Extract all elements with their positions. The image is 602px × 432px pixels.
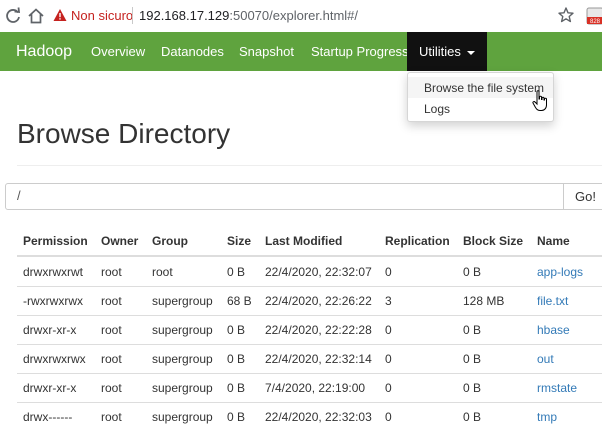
go-button[interactable]: Go!: [563, 183, 602, 210]
divider: [17, 165, 602, 166]
cell-replication: 0: [385, 265, 392, 279]
cell-last-modified: 22/4/2020, 22:32:03: [265, 410, 372, 424]
column-header-name[interactable]: Name: [537, 234, 570, 248]
cell-permission: drwxrwxrwx: [23, 352, 86, 366]
page-title: Browse Directory: [17, 118, 231, 149]
cell-block-size: 0 B: [463, 352, 482, 366]
divider: [132, 7, 133, 24]
cell-replication: 0: [385, 323, 392, 337]
cell-last-modified: 22/4/2020, 22:22:28: [265, 323, 372, 337]
cell-group: root: [152, 265, 173, 279]
url-host: 192.168.17.129: [139, 8, 230, 23]
cell-size: 0 B: [227, 352, 246, 366]
cell-block-size: 128 MB: [463, 294, 505, 308]
column-header-owner[interactable]: Owner: [101, 234, 138, 248]
cell-owner: root: [101, 352, 122, 366]
menu-item-label: Browse the file system: [424, 81, 545, 95]
file-name-link[interactable]: app-logs: [537, 265, 583, 279]
nav-datanodes[interactable]: Datanodes: [161, 44, 224, 59]
cell-permission: drwxr-xr-x: [23, 381, 77, 395]
cell-last-modified: 22/4/2020, 22:26:22: [265, 294, 372, 308]
cell-last-modified: 22/4/2020, 22:32:14: [265, 352, 372, 366]
table-row: drwxr-xr-x root supergroup 0 B 22/4/2020…: [17, 315, 602, 345]
url-field[interactable]: 192.168.17.129:50070/explorer.html#/: [139, 8, 358, 23]
cell-size: 0 B: [227, 323, 246, 337]
cell-owner: root: [101, 265, 122, 279]
cell-last-modified: 7/4/2020, 22:19:00: [265, 381, 366, 395]
column-header-group[interactable]: Group: [152, 234, 188, 248]
bookmark-star-icon[interactable]: [557, 6, 575, 24]
cell-block-size: 0 B: [463, 323, 482, 337]
cell-permission: -rwxrwxrwx: [23, 294, 83, 308]
cell-size: 0 B: [227, 381, 246, 395]
column-header-block-size[interactable]: Block Size: [463, 234, 523, 248]
cell-permission: drwxr-xr-x: [23, 323, 77, 337]
extension-badge: 828: [590, 19, 601, 25]
nav-overview[interactable]: Overview: [91, 44, 145, 59]
cell-owner: root: [101, 323, 122, 337]
cell-owner: root: [101, 294, 122, 308]
table-row: drwxr-xr-x root supergroup 0 B 7/4/2020,…: [17, 373, 602, 403]
home-icon[interactable]: [25, 5, 47, 27]
cell-group: supergroup: [152, 352, 213, 366]
hand-pointer-cursor-icon: [532, 90, 549, 112]
cell-size: 0 B: [227, 265, 246, 279]
file-name-link[interactable]: hbase: [537, 323, 570, 337]
column-header-size[interactable]: Size: [227, 234, 251, 248]
cell-group: supergroup: [152, 381, 213, 395]
cell-replication: 0: [385, 381, 392, 395]
table-row: -rwxrwxrwx root supergroup 68 B 22/4/202…: [17, 286, 602, 316]
file-name-link[interactable]: tmp: [537, 410, 557, 424]
security-status[interactable]: Non sicuro: [71, 8, 133, 23]
caret-down-icon: [466, 50, 475, 55]
cell-replication: 0: [385, 410, 392, 424]
extension-icon[interactable]: 828: [586, 7, 602, 25]
table-row: drwxrwxrwx root supergroup 0 B 22/4/2020…: [17, 344, 602, 374]
cell-replication: 3: [385, 294, 392, 308]
column-header-replication[interactable]: Replication: [385, 234, 450, 248]
cell-owner: root: [101, 410, 122, 424]
cell-size: 0 B: [227, 410, 246, 424]
cell-size: 68 B: [227, 294, 252, 308]
file-name-link[interactable]: out: [537, 352, 554, 366]
cell-group: supergroup: [152, 410, 213, 424]
navbar: Hadoop Overview Datanodes Snapshot Start…: [0, 32, 602, 71]
nav-utilities[interactable]: Utilities: [407, 32, 487, 71]
brand-logo[interactable]: Hadoop: [16, 43, 72, 61]
table-row: drwxrwxrwt root root 0 B 22/4/2020, 22:3…: [17, 257, 602, 287]
column-header-last-modified[interactable]: Last Modified: [265, 234, 342, 248]
directory-path-input[interactable]: /: [5, 183, 564, 210]
nav-startup-progress[interactable]: Startup Progress: [311, 44, 409, 59]
reload-icon[interactable]: [2, 5, 24, 27]
cell-last-modified: 22/4/2020, 22:32:07: [265, 265, 372, 279]
column-header-permission[interactable]: Permission: [23, 234, 88, 248]
cell-permission: drwx------: [23, 410, 73, 424]
file-name-link[interactable]: rmstate: [537, 381, 577, 395]
cell-owner: root: [101, 381, 122, 395]
file-name-link[interactable]: file.txt: [537, 294, 568, 308]
nav-snapshot[interactable]: Snapshot: [239, 44, 294, 59]
browser-address-bar: Non sicuro 192.168.17.129:50070/explorer…: [0, 0, 602, 33]
cell-block-size: 0 B: [463, 410, 482, 424]
menu-item-label: Logs: [424, 102, 451, 116]
cell-replication: 0: [385, 352, 392, 366]
cell-block-size: 0 B: [463, 265, 482, 279]
url-path: :50070/explorer.html#/: [229, 8, 359, 23]
cell-block-size: 0 B: [463, 381, 482, 395]
cell-group: supergroup: [152, 323, 213, 337]
cell-permission: drwxrwxrwt: [23, 265, 83, 279]
nav-utilities-label: Utilities: [419, 44, 461, 59]
cell-group: supergroup: [152, 294, 213, 308]
warning-icon[interactable]: [53, 8, 67, 22]
